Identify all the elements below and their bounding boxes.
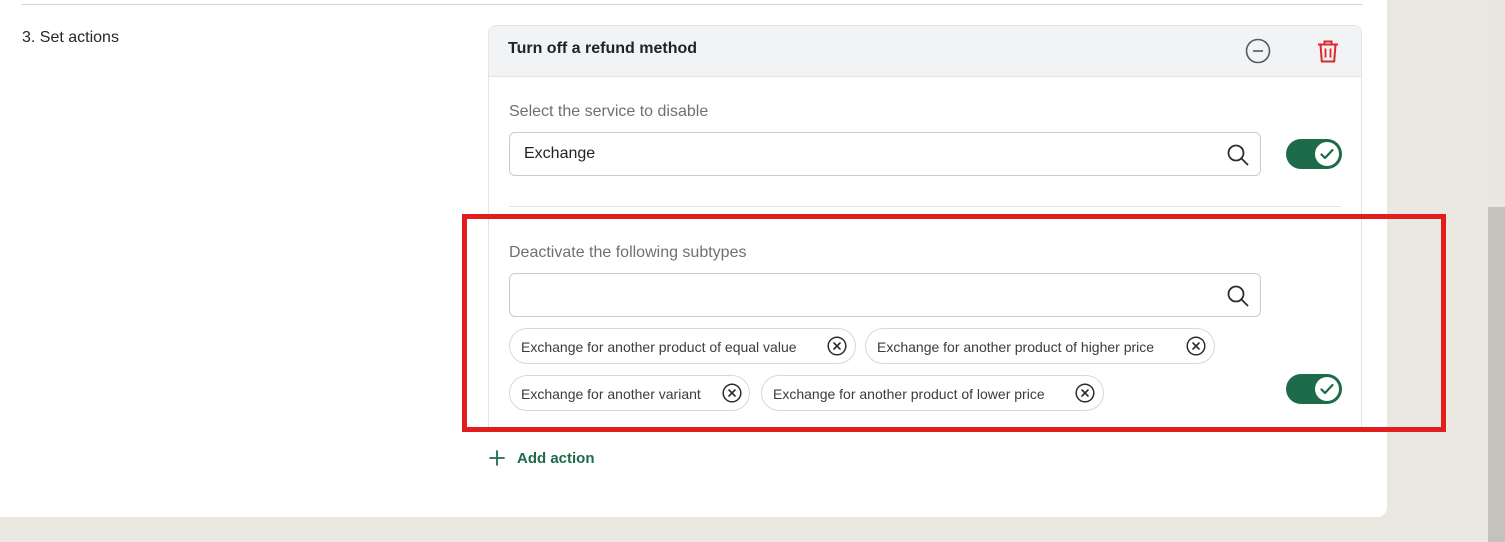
- search-icon[interactable]: [1226, 143, 1250, 167]
- check-icon: [1320, 148, 1334, 160]
- field-divider: [509, 206, 1341, 207]
- add-action-label: Add action: [517, 450, 595, 467]
- action-card-title: Turn off a refund method: [508, 40, 698, 57]
- service-select[interactable]: [509, 132, 1261, 176]
- scrollbar-thumb[interactable]: [1488, 207, 1505, 542]
- trash-icon[interactable]: [1315, 38, 1341, 64]
- plus-icon: [487, 448, 507, 473]
- minus-circle-icon[interactable]: [1245, 38, 1271, 64]
- action-card-header: Turn off a refund method: [489, 26, 1361, 77]
- service-toggle[interactable]: [1286, 139, 1342, 169]
- top-divider: [22, 4, 1362, 5]
- service-field-label: Select the service to disable: [509, 103, 709, 120]
- toggle-knob: [1315, 142, 1339, 166]
- service-input[interactable]: [524, 133, 1214, 175]
- highlight-box: [462, 214, 1446, 432]
- section-title: 3. Set actions: [22, 29, 119, 46]
